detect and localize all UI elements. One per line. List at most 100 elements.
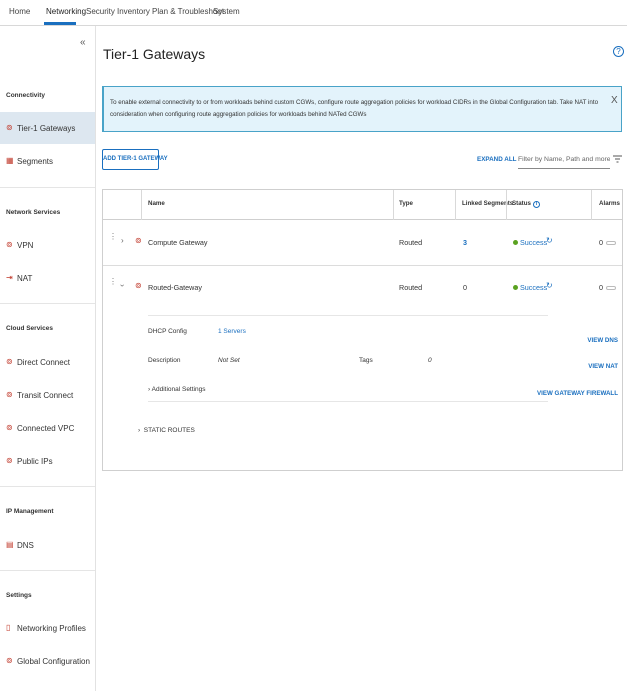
view-dns-link[interactable]: VIEW DNS bbox=[587, 337, 618, 344]
profile-icon: ▯ bbox=[6, 623, 11, 632]
description-label: Description bbox=[148, 357, 181, 364]
gateway-name: Compute Gateway bbox=[148, 238, 208, 247]
success-status-dot bbox=[513, 240, 518, 245]
segments-icon: ▦ bbox=[6, 156, 14, 165]
additional-settings-label: Additional Settings bbox=[151, 386, 206, 393]
settings-icon: ⊚ bbox=[6, 656, 13, 665]
refresh-icon[interactable]: ↻ bbox=[546, 281, 553, 290]
tab-security[interactable]: Security bbox=[86, 7, 115, 16]
sidebar-item-connected-vpc[interactable]: ⊚ Connected VPC bbox=[0, 412, 95, 444]
sidebar-section-cloud-services: Cloud Services bbox=[6, 325, 53, 332]
row-actions-icon[interactable]: ⋮ bbox=[109, 278, 117, 286]
detail-divider bbox=[148, 315, 548, 316]
sidebar-divider bbox=[0, 303, 95, 304]
chevron-right-icon[interactable]: › bbox=[121, 236, 124, 245]
additional-settings-toggle[interactable]: › Additional Settings bbox=[148, 386, 205, 393]
dhcp-servers-link[interactable]: 1 Servers bbox=[218, 328, 246, 335]
static-routes-toggle[interactable]: › STATIC ROUTES bbox=[138, 427, 195, 434]
sidebar-divider bbox=[0, 570, 95, 571]
tab-inventory[interactable]: Inventory bbox=[117, 7, 150, 16]
static-routes-label: STATIC ROUTES bbox=[143, 427, 195, 434]
column-alarms[interactable]: Alarms bbox=[599, 200, 620, 207]
success-status-dot bbox=[513, 285, 518, 290]
sidebar-section-ip-management: IP Management bbox=[6, 508, 54, 515]
sidebar-item-label: VPN bbox=[17, 240, 34, 250]
view-nat-link[interactable]: VIEW NAT bbox=[588, 363, 618, 370]
gateways-grid: Name Type Linked Segments Status i Alarms… bbox=[102, 189, 623, 471]
chevron-down-icon[interactable]: › bbox=[118, 284, 127, 287]
filter-input[interactable] bbox=[518, 151, 610, 169]
column-status[interactable]: Status i bbox=[512, 200, 540, 208]
view-gateway-firewall-link[interactable]: VIEW GATEWAY FIREWALL bbox=[537, 390, 618, 397]
tab-system[interactable]: System bbox=[213, 7, 240, 16]
gateway-icon: ⊚ bbox=[135, 281, 142, 290]
row-actions-icon[interactable]: ⋮ bbox=[109, 233, 117, 241]
sidebar-item-segments[interactable]: ▦ Segments bbox=[0, 145, 95, 177]
gateway-type: Routed bbox=[399, 283, 423, 292]
column-divider bbox=[141, 190, 142, 220]
gateway-icon: ⊚ bbox=[135, 236, 142, 245]
filter-icon[interactable] bbox=[613, 155, 622, 163]
banner-text: To enable external connectivity to or fr… bbox=[110, 99, 599, 118]
sidebar-item-nat[interactable]: ⇥ NAT bbox=[0, 262, 95, 294]
sidebar-item-global-configuration[interactable]: ⊚ Global Configuration bbox=[0, 645, 95, 677]
alarms-count: 0 bbox=[599, 283, 603, 292]
table-row-expanded: ⋮ › ⊚ Routed-Gateway Routed 0 Success ↻ … bbox=[103, 266, 622, 465]
info-icon[interactable]: i bbox=[532, 201, 540, 208]
sidebar-item-public-ips[interactable]: ⊚ Public IPs bbox=[0, 445, 95, 477]
sidebar-item-transit-connect[interactable]: ⊚ Transit Connect bbox=[0, 379, 95, 411]
sidebar-item-label: Global Configuration bbox=[17, 656, 90, 666]
close-icon[interactable]: X bbox=[611, 95, 618, 106]
direct-connect-icon: ⊚ bbox=[6, 357, 13, 366]
sidebar-item-tier1-gateways[interactable]: ⊚ Tier-1 Gateways bbox=[0, 112, 95, 144]
gateway-type: Routed bbox=[399, 238, 423, 247]
tags-value: 0 bbox=[428, 357, 432, 364]
active-tab-indicator bbox=[44, 22, 76, 25]
tab-home[interactable]: Home bbox=[9, 7, 30, 16]
sidebar-section-settings: Settings bbox=[6, 592, 32, 599]
sidebar-item-label: Direct Connect bbox=[17, 357, 70, 367]
column-divider bbox=[455, 190, 456, 220]
table-row[interactable]: ⋮ › ⊚ Compute Gateway Routed 3 Success ↻… bbox=[103, 221, 622, 266]
dns-icon: ▤ bbox=[6, 540, 14, 549]
alarm-indicator bbox=[606, 241, 616, 245]
add-tier1-gateway-button[interactable]: ADD TIER-1 GATEWAY bbox=[102, 149, 168, 170]
sidebar-item-label: Networking Profiles bbox=[17, 623, 86, 633]
sidebar-item-label: Connected VPC bbox=[17, 423, 75, 433]
grid-header: Name Type Linked Segments Status i Alarms bbox=[103, 190, 622, 220]
public-ips-icon: ⊚ bbox=[6, 456, 13, 465]
description-value: Not Set bbox=[218, 357, 240, 364]
linked-segments-count: 0 bbox=[463, 283, 467, 292]
gateway-name: Routed-Gateway bbox=[148, 283, 202, 292]
status-text: Success bbox=[520, 238, 548, 247]
sidebar-item-direct-connect[interactable]: ⊚ Direct Connect bbox=[0, 346, 95, 378]
expand-all-link[interactable]: EXPAND ALL bbox=[477, 156, 517, 163]
alarms-count: 0 bbox=[599, 238, 603, 247]
page-title: Tier-1 Gateways bbox=[103, 46, 206, 62]
sidebar-item-dns[interactable]: ▤ DNS bbox=[0, 529, 95, 561]
help-icon[interactable]: ? bbox=[613, 46, 624, 57]
column-name[interactable]: Name bbox=[148, 200, 165, 207]
collapse-sidebar-icon[interactable]: « bbox=[80, 37, 86, 48]
dhcp-config-label: DHCP Config bbox=[148, 328, 187, 335]
column-type[interactable]: Type bbox=[399, 200, 413, 207]
sidebar-item-vpn[interactable]: ⊚ VPN bbox=[0, 229, 95, 261]
main-content: Tier-1 Gateways ? To enable external con… bbox=[96, 26, 627, 691]
refresh-icon[interactable]: ↻ bbox=[546, 236, 553, 245]
tab-networking[interactable]: Networking bbox=[46, 7, 86, 16]
column-divider bbox=[393, 190, 394, 220]
sidebar-item-label: NAT bbox=[17, 273, 33, 283]
sidebar-item-label: DNS bbox=[17, 540, 34, 550]
column-divider bbox=[591, 190, 592, 220]
nat-icon: ⇥ bbox=[6, 273, 13, 282]
sidebar-section-network-services: Network Services bbox=[6, 209, 61, 216]
sidebar-item-networking-profiles[interactable]: ▯ Networking Profiles bbox=[0, 612, 95, 644]
sidebar-item-label: Transit Connect bbox=[17, 390, 74, 400]
column-divider bbox=[506, 190, 507, 220]
sidebar-section-connectivity: Connectivity bbox=[6, 92, 46, 99]
sidebar-item-label: Tier-1 Gateways bbox=[17, 123, 76, 133]
sidebar: « Connectivity ⊚ Tier-1 Gateways ▦ Segme… bbox=[0, 26, 96, 691]
detail-divider bbox=[148, 401, 548, 402]
transit-connect-icon: ⊚ bbox=[6, 390, 13, 399]
linked-segments-link[interactable]: 3 bbox=[463, 238, 467, 247]
